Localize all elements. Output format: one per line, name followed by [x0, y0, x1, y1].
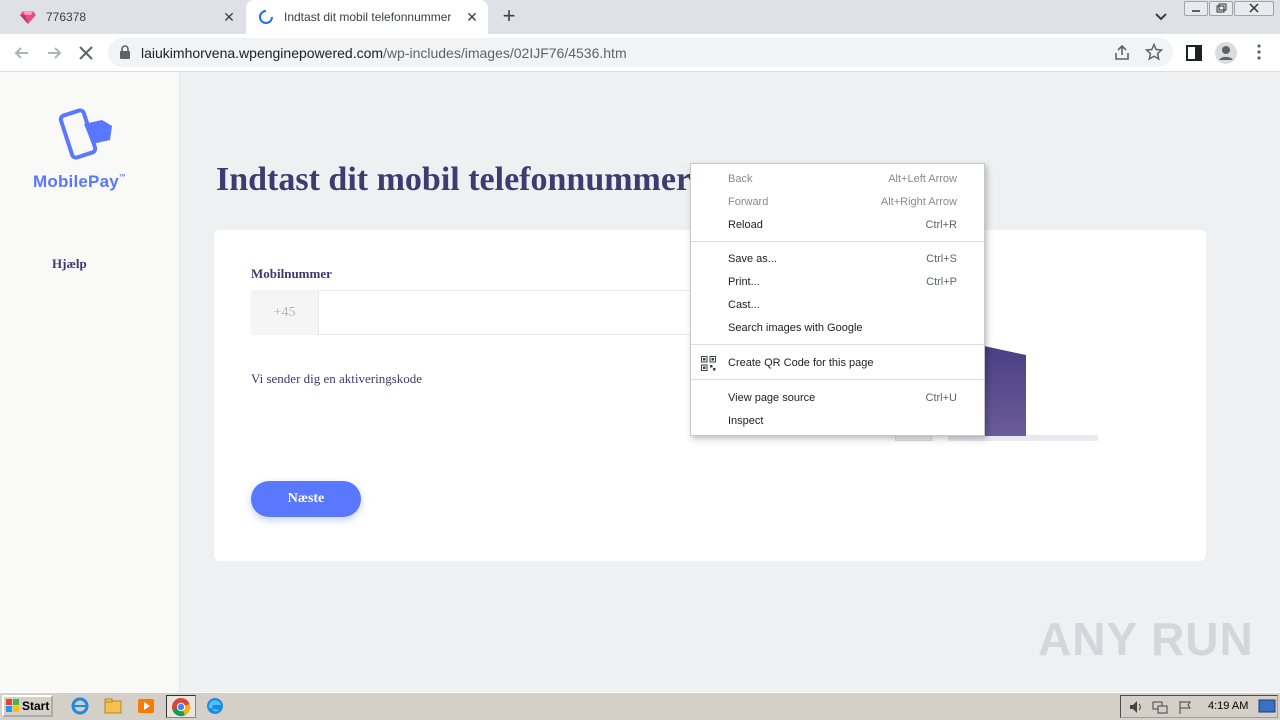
close-tab-icon[interactable]: ✕	[221, 9, 237, 25]
file-explorer-icon[interactable]	[103, 697, 123, 715]
bookmark-star-icon[interactable]	[1145, 43, 1163, 61]
menu-item-shortcut: Ctrl+S	[926, 253, 957, 265]
close-tab-icon[interactable]: ✕	[464, 9, 480, 25]
internet-explorer-icon[interactable]	[70, 697, 90, 715]
chrome-icon	[172, 698, 191, 717]
tab-active[interactable]: Indtast dit mobil telefonnummer ✕	[246, 0, 488, 34]
sidebar	[0, 72, 180, 692]
context-menu: Back Alt+Left Arrow Forward Alt+Right Arro…	[690, 163, 985, 436]
phone-label: Mobilnummer	[251, 266, 332, 281]
menu-item-label: Reload	[728, 219, 763, 231]
menu-item-label: Create QR Code for this page	[728, 357, 874, 369]
minimize-icon	[1192, 10, 1200, 12]
qr-code-icon	[701, 356, 716, 371]
window-close-button[interactable]	[1234, 1, 1274, 16]
gem-icon	[20, 11, 36, 24]
menu-item-shortcut: Ctrl+P	[926, 276, 957, 288]
menu-item-print[interactable]: Print... Ctrl+P	[691, 271, 984, 294]
minimize-button[interactable]	[1184, 1, 1208, 16]
menu-item-label: Save as...	[728, 253, 777, 265]
help-link[interactable]: Hjælp	[52, 256, 87, 272]
url-path: /wp-includes/images/02IJF76/4536.htm	[383, 45, 627, 61]
menu-separator	[691, 344, 984, 345]
url-host: laiukimhorvena.wpenginepowered.com	[141, 45, 384, 61]
show-desktop-icon[interactable]	[1258, 699, 1276, 713]
tab-title: 776378	[46, 10, 87, 24]
menu-item-label: Inspect	[728, 415, 764, 427]
edge-icon[interactable]	[205, 697, 225, 715]
menu-item-reload[interactable]: Reload Ctrl+R	[691, 214, 984, 237]
menu-item-view-source[interactable]: View page source Ctrl+U	[691, 387, 984, 410]
taskbar-clock[interactable]: 4:19 AM	[1208, 700, 1248, 712]
chrome-taskbar-button[interactable]	[166, 695, 196, 718]
more-menu-icon[interactable]	[1250, 43, 1268, 61]
media-player-icon[interactable]	[136, 697, 156, 715]
phone-number-input[interactable]	[320, 291, 710, 334]
tab-search-chevron-icon[interactable]	[1150, 8, 1172, 26]
tab-inactive[interactable]: 776378 ✕	[0, 0, 245, 34]
mobilepay-logo-icon	[58, 108, 112, 160]
menu-item-inspect[interactable]: Inspect	[691, 410, 984, 433]
menu-item-qr-code[interactable]: Create QR Code for this page	[691, 352, 984, 375]
back-arrow-icon[interactable]	[11, 42, 33, 64]
anyrun-watermark: ANY RUN	[1038, 613, 1254, 665]
lock-icon[interactable]	[119, 45, 131, 59]
url-text[interactable]: laiukimhorvena.wpenginepowered.com/wp-in…	[141, 45, 627, 61]
menu-separator	[691, 241, 984, 242]
menu-item-label: Forward	[728, 196, 769, 208]
restore-button[interactable]	[1209, 1, 1233, 16]
menu-item-shortcut: Ctrl+U	[925, 392, 957, 404]
activation-info-text: Vi sender dig en aktiveringskode	[251, 371, 423, 386]
menu-item-label: Print...	[728, 276, 760, 288]
menu-item-back[interactable]: Back Alt+Left Arrow	[691, 168, 984, 191]
logo-trademark: ™	[118, 174, 127, 181]
menu-item-label: Back	[728, 173, 753, 185]
mobilepay-logo-text: MobilePay™	[33, 172, 126, 192]
start-button[interactable]: Start	[2, 695, 53, 717]
forward-arrow-icon[interactable]	[43, 42, 65, 64]
stop-loading-icon[interactable]	[75, 42, 97, 64]
tab-title: Indtast dit mobil telefonnummer	[284, 10, 452, 24]
menu-item-label: Search images with Google	[728, 322, 863, 334]
menu-item-save-as[interactable]: Save as... Ctrl+S	[691, 248, 984, 271]
close-icon	[1249, 3, 1259, 13]
windows-logo-icon	[6, 699, 19, 712]
profile-avatar-icon[interactable]	[1214, 41, 1238, 65]
menu-item-shortcut: Alt+Left Arrow	[888, 173, 957, 185]
menu-item-shortcut: Alt+Right Arrow	[880, 196, 957, 208]
network-icon[interactable]	[1152, 699, 1168, 715]
menu-item-forward[interactable]: Forward Alt+Right Arrow	[691, 191, 984, 214]
country-code-prefix: +45	[251, 290, 319, 335]
volume-icon[interactable]	[1128, 699, 1144, 715]
illustration-phone	[984, 346, 1026, 436]
new-tab-button[interactable]: +	[497, 5, 521, 29]
side-panel-icon[interactable]	[1185, 44, 1203, 62]
menu-item-label: Cast...	[728, 299, 760, 311]
start-label: Start	[22, 699, 50, 713]
menu-item-search-images[interactable]: Search images with Google	[691, 317, 984, 340]
share-icon[interactable]	[1113, 44, 1131, 62]
restore-icon	[1216, 3, 1227, 13]
menu-item-shortcut: Ctrl+R	[925, 219, 957, 231]
menu-item-label: View page source	[728, 392, 816, 404]
page-title: Indtast dit mobil telefonnummer	[216, 161, 692, 198]
loading-spinner-icon	[259, 10, 273, 24]
menu-item-cast[interactable]: Cast...	[691, 294, 984, 317]
next-button[interactable]: Næste	[251, 481, 361, 517]
action-center-flag-icon[interactable]	[1177, 699, 1193, 715]
menu-separator	[691, 379, 984, 380]
logo-name: MobilePay	[33, 172, 119, 191]
